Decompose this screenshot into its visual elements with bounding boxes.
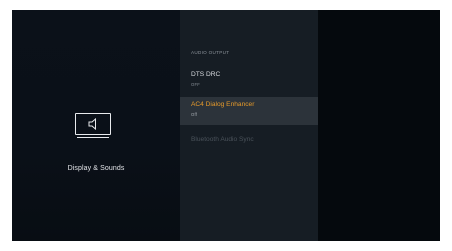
detail-pane <box>318 10 440 241</box>
option-ac4-dialog-enhancer[interactable]: AC4 Dialog Enhancer Off <box>180 97 318 125</box>
section-header: AUDIO OUTPUT <box>191 50 230 55</box>
option-bluetooth-audio-sync[interactable]: Bluetooth Audio Sync <box>180 131 318 151</box>
category-title: Display & Sounds <box>67 165 125 172</box>
category-pane: Display & Sounds <box>12 10 180 241</box>
option-value: OFF <box>191 82 200 87</box>
settings-screen: Display & Sounds AUDIO OUTPUT DTS DRC OF… <box>12 10 440 241</box>
option-title: Bluetooth Audio Sync <box>191 136 254 143</box>
screen: Display & Sounds AUDIO OUTPUT DTS DRC OF… <box>0 0 452 251</box>
option-title: AC4 Dialog Enhancer <box>191 101 255 108</box>
speaker-icon <box>88 118 96 130</box>
option-title: DTS DRC <box>191 71 221 78</box>
tv-stand <box>77 137 109 138</box>
tv-speaker-icon <box>75 113 111 135</box>
options-pane: AUDIO OUTPUT DTS DRC OFF AC4 Dialog Enha… <box>180 10 318 241</box>
option-value: Off <box>191 112 198 117</box>
option-dts-drc[interactable]: DTS DRC OFF <box>180 68 318 94</box>
